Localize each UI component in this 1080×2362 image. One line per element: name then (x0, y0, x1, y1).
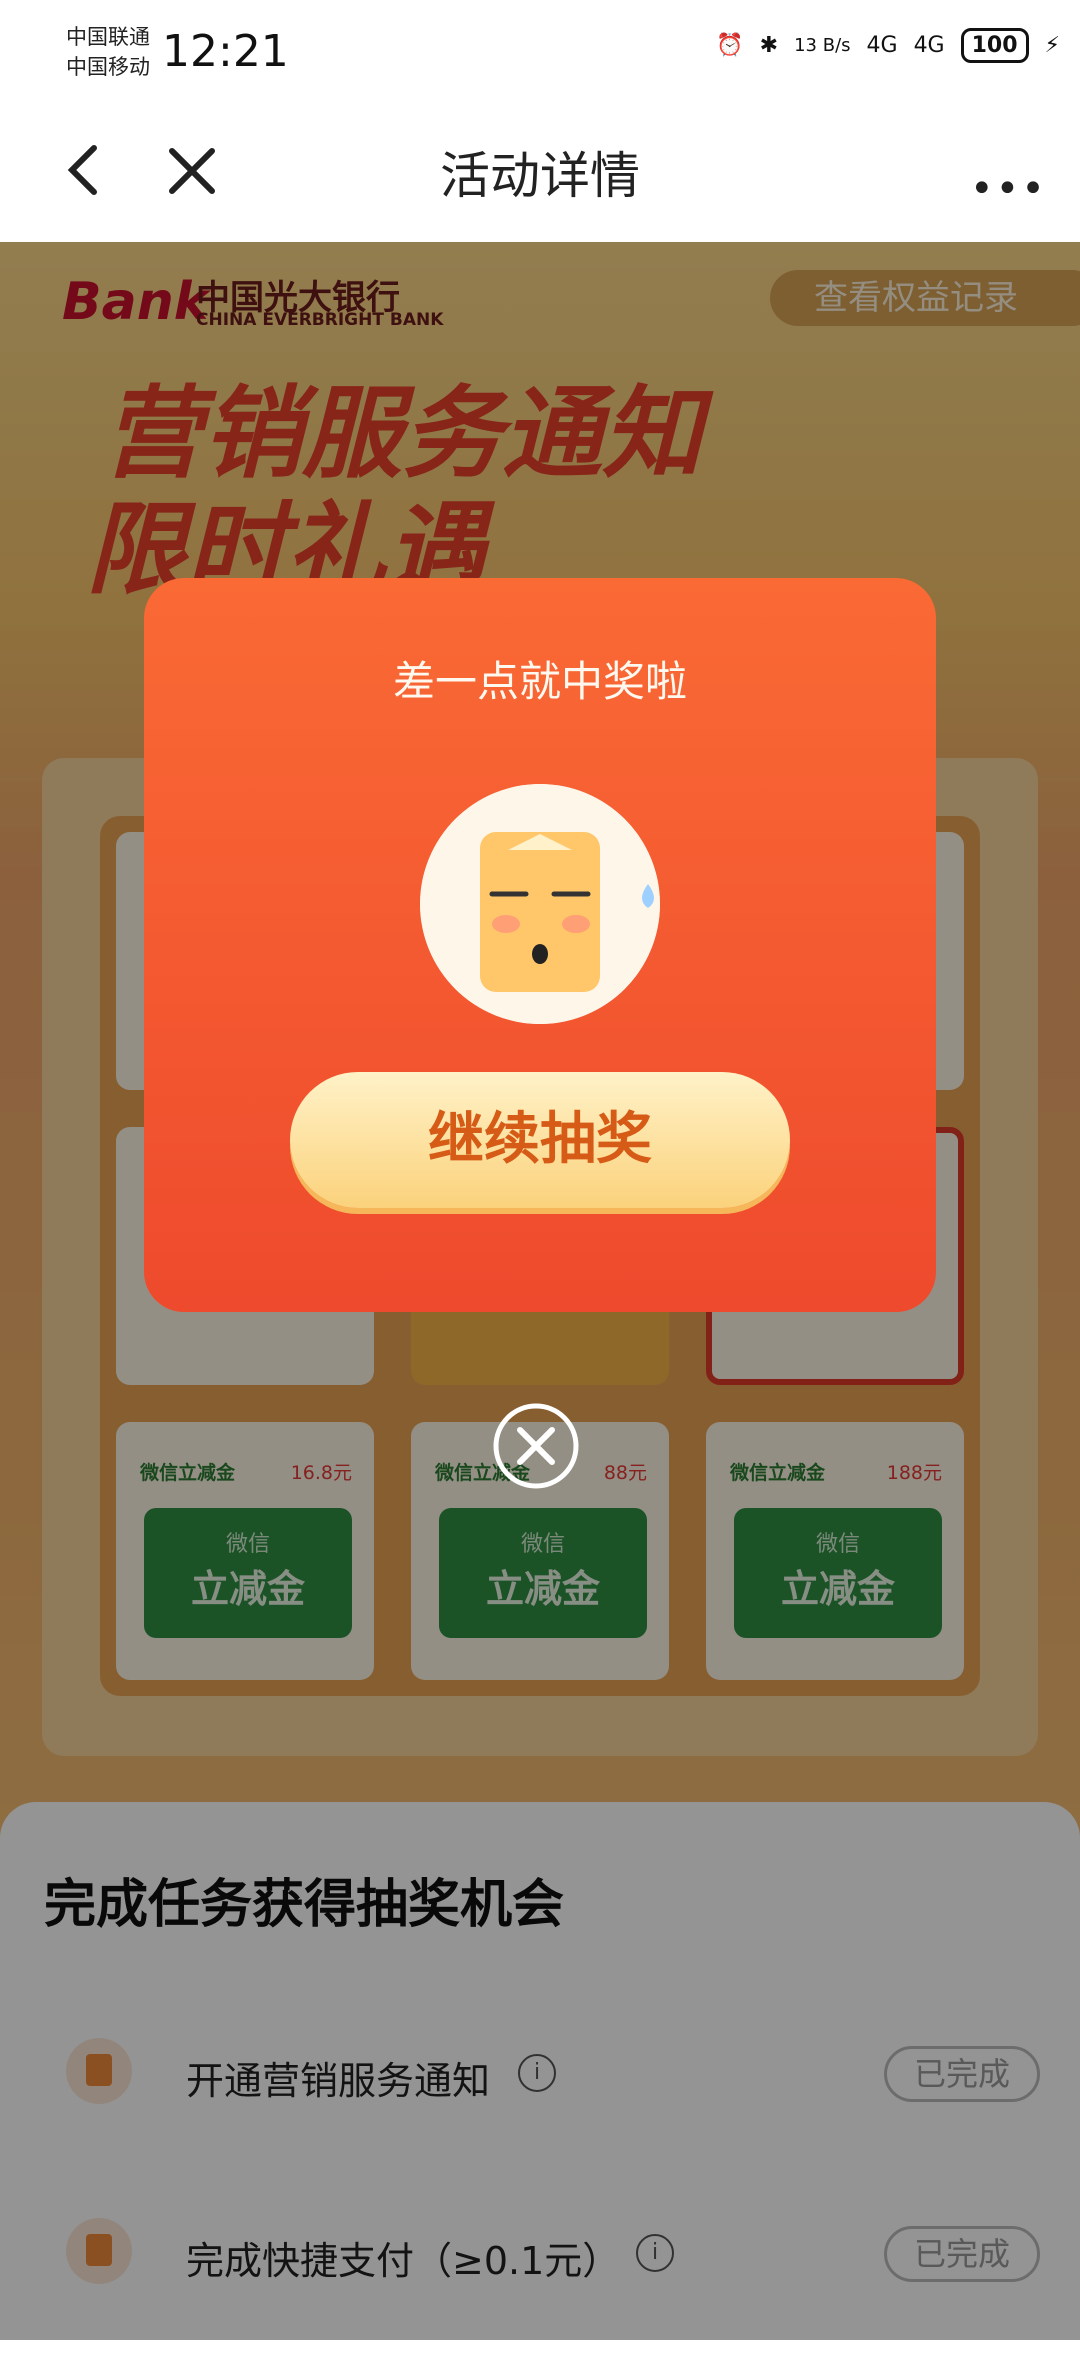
modal-title: 差一点就中奖啦 (392, 657, 687, 706)
carrier-1: 中国联通 (66, 25, 150, 49)
status-time: 12:21 (162, 26, 289, 77)
signal-1: 4G (866, 33, 898, 58)
carrier-labels: 中国联通 中国移动 (66, 22, 150, 82)
signal-2: 4G (913, 33, 945, 58)
circle-close-icon[interactable] (492, 1402, 580, 1490)
continue-draw-button[interactable]: 继续抽奖 (290, 1072, 790, 1208)
more-icon[interactable]: ••• (970, 166, 1047, 212)
alarm-icon: ⏰ (716, 33, 744, 58)
carrier-2: 中国移动 (66, 55, 150, 79)
sad-face-icon (420, 784, 660, 1024)
page-title: 活动详情 (440, 147, 640, 205)
net-speed: 13 B/s (794, 35, 851, 56)
status-icons: ⏰ ✱ 13 B/s 4G 4G 100 ⚡ (716, 28, 1060, 63)
charging-icon: ⚡ (1044, 33, 1060, 58)
battery-level: 100 (960, 28, 1029, 63)
bluetooth-icon: ✱ (759, 33, 779, 58)
